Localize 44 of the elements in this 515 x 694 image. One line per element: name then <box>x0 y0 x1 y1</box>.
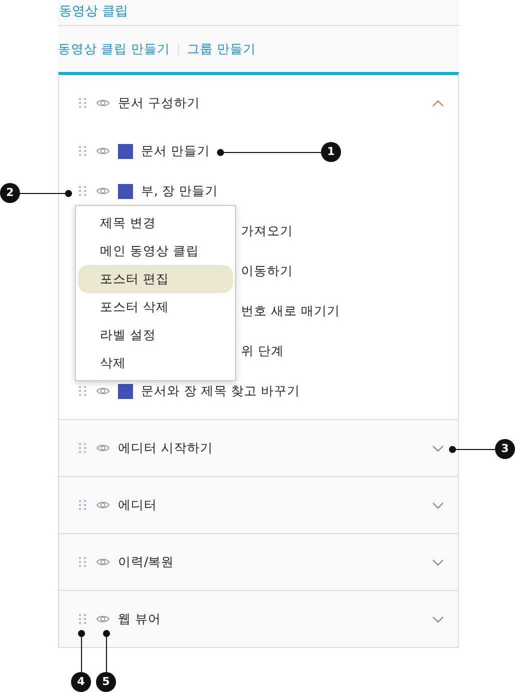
eye-icon[interactable] <box>96 386 110 396</box>
callout-number: 5 <box>96 672 116 692</box>
drag-handle-icon[interactable] <box>79 386 86 396</box>
eye-icon[interactable] <box>96 614 110 624</box>
drag-handle-icon[interactable] <box>79 186 86 196</box>
drag-handle-icon[interactable] <box>79 556 86 568</box>
callout-number: 4 <box>71 672 91 692</box>
group-title[interactable]: 웹 뷰어 <box>118 610 161 628</box>
menu-item[interactable]: 메인 동영상 클립 <box>78 237 233 265</box>
expand-chevron-icon[interactable] <box>432 444 444 452</box>
drag-handle-icon[interactable] <box>79 442 86 454</box>
group-title[interactable]: 에디터 <box>118 496 157 514</box>
item-title[interactable]: 번호 새로 매기기 <box>241 302 340 320</box>
menu-item[interactable]: 포스터 삭제 <box>78 293 233 321</box>
drag-handle-icon[interactable] <box>79 146 86 156</box>
panel-title: 동영상 클립 <box>59 4 128 19</box>
eye-icon[interactable] <box>96 557 110 567</box>
eye-icon[interactable] <box>96 98 110 108</box>
menu-item[interactable]: 포스터 편집 <box>78 265 233 293</box>
group-title[interactable]: 이력/복원 <box>118 552 174 572</box>
menu-item[interactable]: 라벨 설정 <box>78 321 233 349</box>
menu-item[interactable]: 제목 변경 <box>78 209 233 237</box>
callout-number: 3 <box>495 439 515 459</box>
drag-handle-icon[interactable] <box>79 614 86 624</box>
collapse-chevron-icon[interactable] <box>432 100 444 106</box>
expand-chevron-icon[interactable] <box>432 558 444 566</box>
expand-chevron-icon[interactable] <box>432 616 444 622</box>
group-title[interactable]: 문서 구성하기 <box>118 94 200 112</box>
drag-handle-icon[interactable] <box>79 98 86 108</box>
item-title[interactable]: 부, 장 만들기 <box>141 182 218 200</box>
eye-icon[interactable] <box>96 186 110 196</box>
expand-chevron-icon[interactable] <box>432 502 444 508</box>
item-title[interactable]: 가져오기 <box>241 222 293 240</box>
eye-icon[interactable] <box>96 146 110 156</box>
callout-number: 2 <box>0 183 20 203</box>
item-title[interactable]: 이동하기 <box>241 262 293 280</box>
eye-icon[interactable] <box>96 500 110 510</box>
group-title[interactable]: 에디터 시작하기 <box>118 438 213 458</box>
drag-handle-icon[interactable] <box>79 500 86 510</box>
eye-icon[interactable] <box>96 443 110 453</box>
item-title[interactable]: 문서 만들기 <box>141 142 210 160</box>
menu-item[interactable]: 삭제 <box>78 349 233 377</box>
item-title[interactable]: 문서와 장 제목 찾고 바꾸기 <box>141 382 300 400</box>
item-title[interactable]: 위 단계 <box>241 342 284 360</box>
